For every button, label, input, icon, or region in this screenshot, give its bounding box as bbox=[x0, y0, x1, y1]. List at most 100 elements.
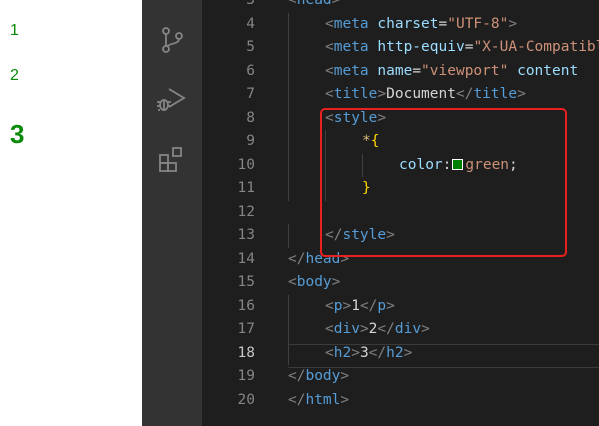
source-control-icon[interactable] bbox=[156, 24, 188, 56]
code-token: > bbox=[403, 344, 413, 361]
line-number: 4 bbox=[246, 15, 255, 32]
code-token: p bbox=[377, 297, 387, 314]
line-number: 20 bbox=[237, 391, 255, 408]
code-line[interactable]: 5 <meta http-equiv="X-UA-Compatible" bbox=[202, 36, 599, 60]
code-token: charset bbox=[377, 15, 439, 32]
line-number: 5 bbox=[246, 39, 255, 55]
code-token: < bbox=[325, 321, 334, 337]
code-token: > bbox=[331, 0, 341, 8]
code-token: > bbox=[386, 297, 395, 314]
indent-guide bbox=[288, 130, 289, 154]
code-line[interactable]: 4 <meta charset="UTF-8"> bbox=[202, 13, 599, 37]
code-text: </body> bbox=[288, 365, 349, 389]
code-token: meta bbox=[333, 62, 369, 79]
code-line[interactable]: 6 <meta name="viewport" content bbox=[202, 60, 599, 84]
code-token: </ bbox=[455, 86, 474, 102]
line-number: 19 bbox=[237, 368, 255, 384]
indent-guide bbox=[288, 177, 289, 201]
code-text: <meta http-equiv="X-UA-Compatible" bbox=[325, 36, 599, 60]
indent-guide bbox=[288, 294, 289, 318]
code-token: Document bbox=[386, 86, 456, 102]
code-token: h2 bbox=[386, 344, 404, 361]
indent-guide bbox=[288, 341, 289, 365]
code-token: < bbox=[325, 297, 334, 314]
indent-guide bbox=[288, 59, 289, 83]
preview-heading: 3 bbox=[10, 119, 25, 149]
indent-guide bbox=[288, 36, 289, 60]
code-line[interactable]: 7 <title>Document</title> bbox=[202, 83, 599, 107]
code-token: < bbox=[325, 15, 334, 32]
preview-div: 2 bbox=[10, 67, 19, 84]
code-text: </html> bbox=[288, 389, 349, 413]
code-token: title bbox=[473, 86, 518, 102]
code-text: <meta charset="UTF-8"> bbox=[325, 13, 517, 37]
code-token: </ bbox=[377, 321, 395, 337]
code-token: < bbox=[288, 274, 297, 290]
extensions-icon[interactable] bbox=[156, 144, 188, 176]
line-number: 13 bbox=[237, 227, 255, 243]
indent-guide bbox=[288, 224, 289, 248]
code-token: head bbox=[296, 0, 332, 8]
indent-guide bbox=[288, 83, 289, 107]
line-number: 11 bbox=[237, 180, 255, 196]
code-token: < bbox=[325, 86, 334, 102]
code-token: content bbox=[517, 62, 579, 79]
code-token: "X-UA-Compatible" bbox=[473, 39, 599, 55]
code-token: > bbox=[517, 86, 526, 102]
code-token: meta bbox=[333, 15, 369, 32]
code-token: > bbox=[421, 321, 430, 337]
code-text: <title>Document</title> bbox=[325, 83, 526, 107]
code-token: div bbox=[394, 321, 422, 337]
code-text: <div>2</div> bbox=[325, 318, 430, 342]
code-token: > bbox=[342, 297, 352, 314]
code-token: </ bbox=[288, 250, 306, 267]
preview-paragraph: 1 bbox=[10, 22, 19, 39]
code-token: > bbox=[331, 274, 341, 290]
run-debug-icon[interactable] bbox=[156, 84, 188, 116]
code-line[interactable]: 3 <head> bbox=[202, 0, 599, 13]
code-token: = bbox=[438, 15, 448, 32]
code-token: 1 bbox=[351, 297, 360, 314]
code-line[interactable]: 17 <div>2</div> bbox=[202, 318, 599, 342]
code-token: </ bbox=[359, 297, 378, 314]
rendered-preview: 1 2 3 bbox=[0, 0, 142, 426]
line-number: 15 bbox=[237, 274, 255, 290]
code-line[interactable]: 20 </html> bbox=[202, 389, 599, 413]
line-number: 3 bbox=[246, 0, 255, 8]
line-number: 17 bbox=[237, 321, 255, 337]
code-token: < bbox=[325, 62, 334, 79]
line-number: 7 bbox=[246, 86, 255, 102]
code-token: body bbox=[296, 274, 332, 290]
indent-guide bbox=[288, 12, 289, 36]
line-number: 9 bbox=[246, 133, 255, 149]
code-token: "viewport" bbox=[421, 62, 509, 79]
line-number: 12 bbox=[237, 203, 255, 220]
code-token: "UTF-8" bbox=[447, 15, 509, 32]
code-token: < bbox=[325, 344, 334, 361]
code-token: > bbox=[508, 15, 518, 32]
line-number: 16 bbox=[237, 297, 255, 314]
line-number: 10 bbox=[237, 156, 255, 173]
code-line[interactable]: 19 </body> bbox=[202, 365, 599, 389]
code-token: div bbox=[333, 321, 360, 337]
code-text: <p>1</p> bbox=[325, 295, 395, 319]
code-token: 3 bbox=[359, 344, 369, 361]
code-token: < bbox=[288, 0, 297, 8]
code-token: > bbox=[377, 86, 387, 102]
line-number: 8 bbox=[246, 109, 255, 126]
code-token: html bbox=[305, 391, 341, 408]
code-line[interactable]: 16 <p>1</p> bbox=[202, 295, 599, 319]
style-block-highlight bbox=[320, 108, 567, 257]
code-line[interactable]: 15 <body> bbox=[202, 271, 599, 295]
code-line[interactable]: 18 <h2>3</h2> bbox=[202, 342, 599, 366]
code-token: > bbox=[351, 344, 360, 361]
code-text: <head> bbox=[288, 0, 340, 13]
code-token: > bbox=[359, 321, 369, 337]
code-token: body bbox=[305, 368, 341, 384]
code-token: </ bbox=[288, 391, 306, 408]
indent-guide bbox=[288, 318, 289, 342]
code-token: h2 bbox=[333, 344, 352, 361]
code-token: meta bbox=[333, 39, 369, 55]
code-token: > bbox=[340, 368, 350, 384]
